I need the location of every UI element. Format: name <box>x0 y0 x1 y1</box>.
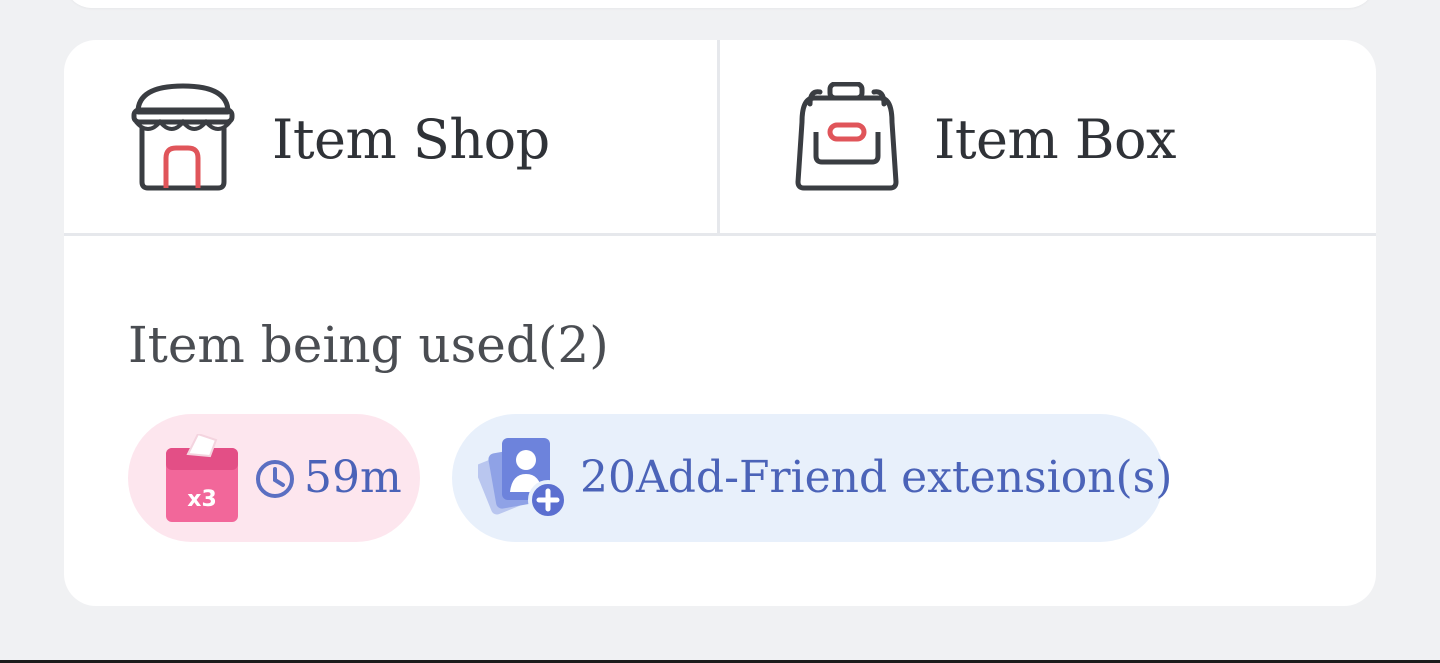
add-friend-cards-icon <box>478 438 568 520</box>
item-tabs: Item Shop Item Box <box>64 40 1376 236</box>
item-box-label: Item Box <box>934 108 1177 171</box>
gift-box-timer-chip[interactable]: x3 59m <box>128 414 420 542</box>
previous-card <box>64 0 1376 8</box>
timer-text: 59m <box>304 452 402 503</box>
item-shop-label: Item Shop <box>272 108 550 171</box>
backpack-icon <box>795 82 899 191</box>
box-multiplier-text: x3 <box>187 487 217 512</box>
items-card: Item Shop Item Box Item being used(2) x3… <box>64 40 1376 606</box>
item-box-button[interactable]: Item Box <box>720 40 1376 233</box>
shop-icon <box>131 83 235 191</box>
items-in-use-title: Item being used(2) <box>128 316 609 374</box>
item-shop-button[interactable]: Item Shop <box>64 40 720 233</box>
gift-box-x3-icon: x3 <box>166 434 238 522</box>
add-friend-extension-chip[interactable]: 20Add-Friend extension(s) <box>452 414 1172 542</box>
clock-icon <box>256 460 294 498</box>
add-friend-extension-text: 20Add-Friend extension(s) <box>580 452 1173 503</box>
